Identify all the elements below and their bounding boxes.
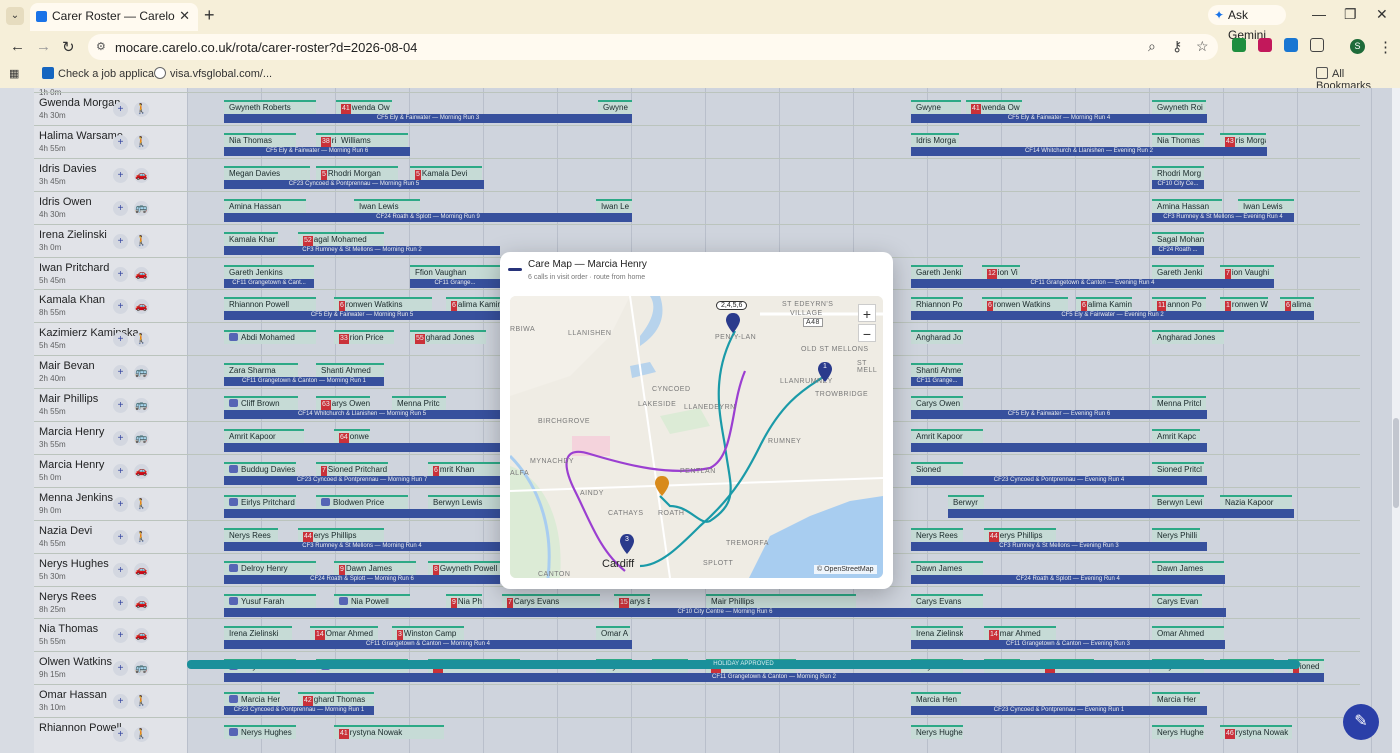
- care-map-title: Care Map — Marcia Henry: [528, 259, 647, 270]
- url-text[interactable]: mocare.carelo.co.uk/rota/carer-roster?d=…: [115, 40, 417, 55]
- pin-cluster-label: 2,4,5,6: [716, 301, 748, 310]
- tab-title: Carer Roster — Carelo: [52, 9, 175, 23]
- map-place-label: ST EDEYRN'S: [782, 301, 834, 308]
- map-place-label: MYNACHDY: [530, 458, 575, 465]
- page-scrollbar[interactable]: [1392, 88, 1400, 753]
- map-place-label: OLD ST MELLONS: [801, 346, 869, 353]
- map-place-label: SPLOTT: [703, 560, 734, 567]
- map-place-label: PENTLAN: [680, 468, 716, 475]
- bookmark-job[interactable]: Check a job applica...: [42, 67, 163, 80]
- map-place-label: RUMNEY: [768, 438, 802, 445]
- map-pin-cluster-icon[interactable]: [726, 313, 740, 333]
- magic-wand-fab[interactable]: ✎: [1343, 704, 1379, 740]
- bookmark-favicon-icon: [42, 67, 54, 79]
- map-place-label: ALFA: [510, 470, 530, 477]
- forward-icon[interactable]: →: [36, 38, 51, 55]
- roster-page: 1h 0m Gwenda Morgan 4h 30m + 🚶 Halima Warsam…: [0, 88, 1400, 753]
- close-tab-icon[interactable]: ✕: [179, 3, 190, 29]
- back-icon[interactable]: ←: [10, 38, 25, 55]
- map-place-label: RBIWA: [510, 326, 536, 333]
- bookmark-label: visa.vfsglobal.com/...: [170, 68, 273, 80]
- pin-3-label: 3: [625, 536, 630, 543]
- apps-grid-icon[interactable]: ▦: [9, 67, 19, 80]
- zoom-icon[interactable]: ⌕: [1148, 38, 1156, 55]
- bookmark-label: Check a job applica...: [58, 68, 164, 80]
- bookmark-visa[interactable]: visa.vfsglobal.com/...: [154, 67, 272, 80]
- extensions-puzzle-icon[interactable]: [1310, 38, 1324, 52]
- map-attribution[interactable]: © OpenStreetMap: [814, 565, 877, 574]
- map-place-label: PEN-Y-LAN: [715, 334, 757, 341]
- site-info-icon[interactable]: ⚙: [96, 40, 106, 53]
- map-place-label: CYNCOED: [652, 386, 691, 393]
- map-hospital-area: [572, 436, 610, 456]
- password-key-icon[interactable]: ⚷: [1172, 38, 1182, 55]
- pin-1-label: 1: [823, 363, 828, 370]
- scrollbar-thumb[interactable]: [1393, 418, 1399, 508]
- maximize-button[interactable]: ❐: [1344, 6, 1357, 23]
- bookmark-favicon-icon: [154, 67, 166, 79]
- map-place-label: AINDY: [580, 490, 604, 497]
- map-place-label: BIRCHGROVE: [538, 418, 591, 425]
- map-place-label: ST MELL: [857, 360, 878, 374]
- close-window-button[interactable]: ✕: [1376, 6, 1388, 23]
- zoom-out-button[interactable]: −: [858, 324, 876, 342]
- road-badge: A48: [803, 318, 823, 327]
- tab-search-menu[interactable]: ⌄: [6, 7, 24, 25]
- map-place-label: TROWBRIDGE: [815, 391, 869, 398]
- tab-active[interactable]: Carer Roster — Carelo ✕: [30, 3, 198, 31]
- profile-avatar[interactable]: S: [1350, 39, 1365, 54]
- ask-gemini-button[interactable]: ✦ Ask Gemini: [1208, 5, 1286, 42]
- folder-icon: [1316, 67, 1328, 79]
- tab-bar: ⌄ Carer Roster — Carelo ✕ + ✦ Ask Gemini…: [0, 0, 1400, 42]
- route-legend-swatch: [508, 268, 522, 271]
- map-view[interactable]: ST EDEYRN'S VILLAGE OLD ST MELLONS ST MELL L…: [510, 296, 883, 578]
- map-home-pin-icon[interactable]: [655, 476, 669, 496]
- map-canvas[interactable]: [510, 296, 883, 578]
- browser-menu-icon[interactable]: ⋮: [1378, 38, 1393, 56]
- map-place-label: LLANISHEN: [568, 330, 612, 337]
- map-place-label: LAKESIDE: [638, 401, 677, 408]
- extension-1-icon[interactable]: [1258, 38, 1272, 52]
- map-place-label: TREMORFA: [726, 540, 769, 547]
- map-place-label: ROATH: [658, 510, 685, 517]
- address-bar[interactable]: ⚙ mocare.carelo.co.uk/rota/carer-roster?…: [88, 34, 1218, 60]
- zoom-in-button[interactable]: +: [858, 304, 876, 322]
- extension-2-icon[interactable]: [1284, 38, 1298, 52]
- minimize-button[interactable]: —: [1312, 6, 1326, 22]
- care-map-subtitle: 6 calls in visit order · route from home: [528, 274, 646, 281]
- download-icon[interactable]: [1232, 38, 1246, 52]
- care-map-modal: Care Map — Marcia Henry 6 calls in visit…: [500, 252, 893, 589]
- city-label: Cardiff: [602, 558, 635, 570]
- map-place-label: CANTON: [538, 571, 571, 578]
- new-tab-button[interactable]: +: [204, 5, 215, 26]
- reload-icon[interactable]: ↻: [62, 38, 75, 56]
- map-place-label: CATHAYS: [608, 510, 644, 517]
- bookmarks-bar: ▦ Check a job applica... visa.vfsglobal.…: [0, 63, 1400, 92]
- map-place-label: VILLAGE: [790, 310, 823, 317]
- navigation-bar: ← → ↻ ⚙ mocare.carelo.co.uk/rota/carer-r…: [0, 31, 1400, 63]
- favicon-icon: [36, 11, 47, 22]
- bookmark-star-icon[interactable]: ☆: [1196, 38, 1209, 55]
- map-place-label: LLANEDEYRN: [684, 404, 736, 411]
- gemini-icon: ✦: [1214, 8, 1225, 22]
- browser-chrome: ⌄ Carer Roster — Carelo ✕ + ✦ Ask Gemini…: [0, 0, 1400, 92]
